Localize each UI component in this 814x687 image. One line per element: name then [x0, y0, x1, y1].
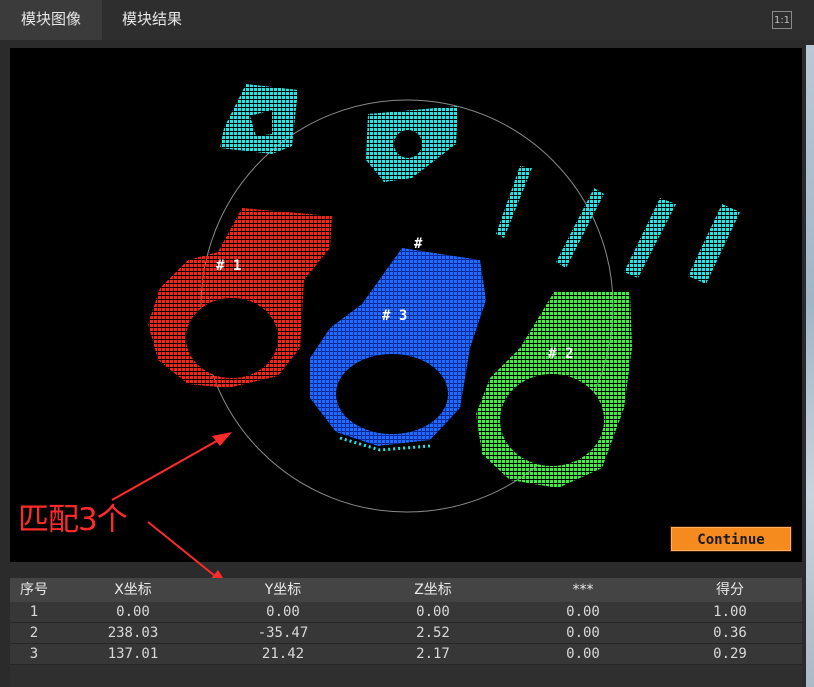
cell-index: 2 — [29, 625, 39, 641]
cell-x: 137.01 — [107, 646, 159, 662]
header-score: 得分 — [716, 582, 744, 598]
cell-score: 0.29 — [713, 646, 747, 662]
cell-score: 1.00 — [713, 604, 747, 620]
header-x: X坐标 — [114, 582, 152, 598]
header-index: 序号 — [20, 582, 48, 598]
cell-x: 0.00 — [116, 604, 150, 620]
cell-score: 0.36 — [713, 625, 747, 641]
cell-extra: 0.00 — [566, 604, 600, 620]
cell-index: 3 — [29, 646, 39, 662]
cell-x: 238.03 — [107, 625, 159, 641]
cell-z: 0.00 — [416, 604, 450, 620]
cell-index: 1 — [29, 604, 39, 620]
results-table: 序号 X坐标 Y坐标 Z坐标 *** 得分 1 0.00 0.00 0.00 0… — [10, 578, 802, 687]
header-z: Z坐标 — [414, 582, 452, 598]
header-extra: *** — [572, 582, 594, 598]
table-row[interactable]: 3 137.01 21.42 2.17 0.00 0.29 — [10, 644, 802, 665]
cell-z: 2.17 — [416, 646, 450, 662]
header-y: Y坐标 — [264, 582, 302, 598]
table-row[interactable]: 1 0.00 0.00 0.00 0.00 1.00 — [10, 602, 802, 623]
cell-extra: 0.00 — [566, 625, 600, 641]
annotation-text: 匹配3个 — [18, 502, 128, 538]
table-row[interactable]: 2 238.03 -35.47 2.52 0.00 0.36 — [10, 623, 802, 644]
cell-y: 0.00 — [266, 604, 300, 620]
table-header: 序号 X坐标 Y坐标 Z坐标 *** 得分 — [10, 578, 802, 602]
cell-y: 21.42 — [261, 646, 305, 662]
cell-extra: 0.00 — [566, 646, 600, 662]
cell-y: -35.47 — [257, 625, 309, 641]
cell-z: 2.52 — [416, 625, 450, 641]
